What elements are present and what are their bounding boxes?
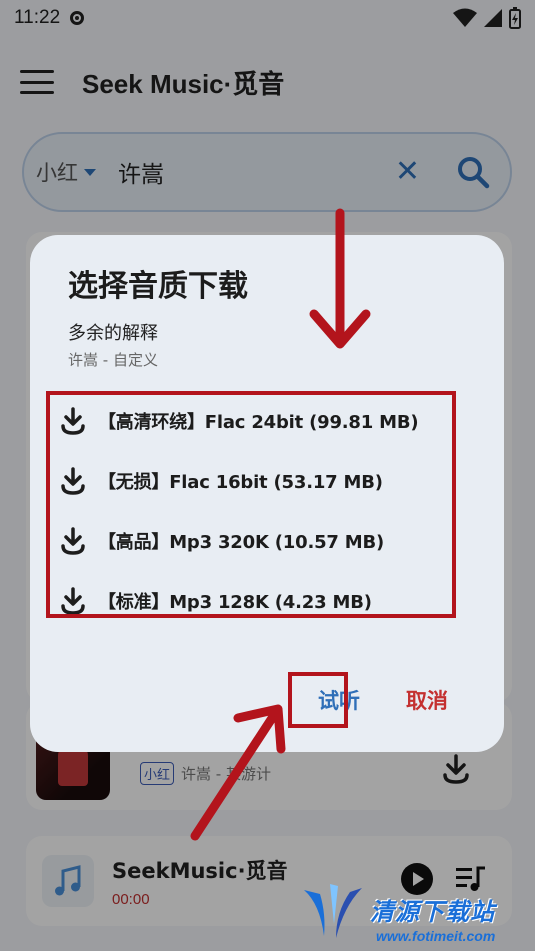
- watermark-url: www.fotimeit.com: [376, 928, 496, 944]
- watermark: 清源下载站 www.fotimeit.com: [300, 878, 530, 948]
- arrow-up-right-icon: [190, 704, 286, 841]
- annotation-arrows: [190, 208, 371, 841]
- arrow-down-icon: [309, 208, 371, 349]
- watermark-logo-icon: [304, 884, 362, 938]
- watermark-name: 清源下载站: [370, 898, 495, 926]
